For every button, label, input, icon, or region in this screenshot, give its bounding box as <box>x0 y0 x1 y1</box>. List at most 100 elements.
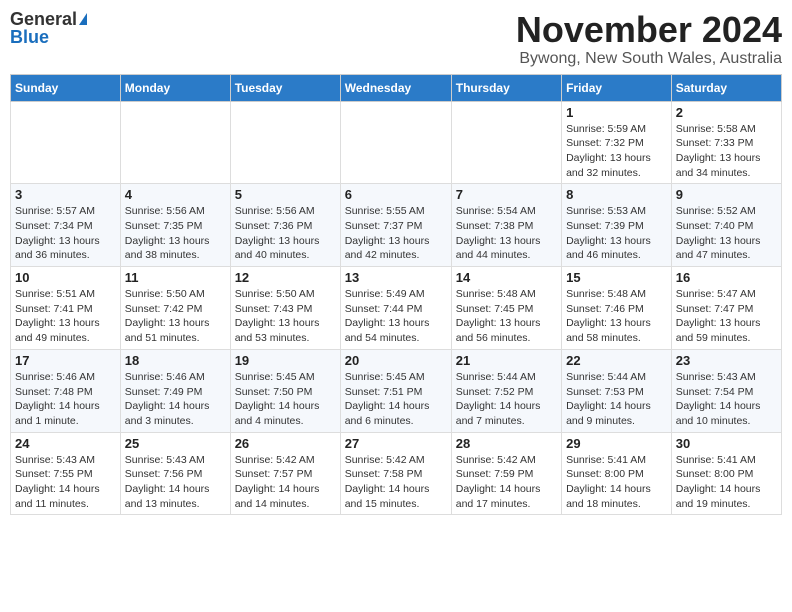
day-number: 12 <box>235 270 336 285</box>
day-number: 23 <box>676 353 777 368</box>
day-detail: Sunrise: 5:55 AM Sunset: 7:37 PM Dayligh… <box>345 204 447 263</box>
calendar-cell: 5 Sunrise: 5:56 AM Sunset: 7:36 PM Daylig… <box>230 184 340 267</box>
calendar-week-row: 1 Sunrise: 5:59 AM Sunset: 7:32 PM Daylig… <box>11 101 782 184</box>
day-detail: Sunrise: 5:50 AM Sunset: 7:42 PM Dayligh… <box>125 287 226 346</box>
calendar-cell: 29Sunrise: 5:41 AM Sunset: 8:00 PM Dayli… <box>562 432 672 515</box>
calendar-cell: 4Sunrise: 5:56 AM Sunset: 7:35 PM Daylig… <box>120 184 230 267</box>
day-number: 19 <box>235 353 336 368</box>
calendar-cell: 6 Sunrise: 5:55 AM Sunset: 7:37 PM Daylig… <box>340 184 451 267</box>
page-header: General Blue November 2024 Bywong, New S… <box>10 10 782 68</box>
day-number: 22 <box>566 353 667 368</box>
calendar-table: SundayMondayTuesdayWednesdayThursdayFrid… <box>10 74 782 516</box>
day-number: 14 <box>456 270 557 285</box>
calendar-cell: 28 Sunrise: 5:42 AM Sunset: 7:59 PM Dayli… <box>451 432 561 515</box>
calendar-cell <box>451 101 561 184</box>
calendar-cell: 23 Sunrise: 5:43 AM Sunset: 7:54 PM Dayli… <box>671 349 781 432</box>
day-detail: Sunrise: 5:43 AM Sunset: 7:56 PM Dayligh… <box>125 453 226 512</box>
calendar-week-row: 10 Sunrise: 5:51 AM Sunset: 7:41 PM Dayli… <box>11 267 782 350</box>
calendar-cell: 2 Sunrise: 5:58 AM Sunset: 7:33 PM Daylig… <box>671 101 781 184</box>
page-title: November 2024 <box>516 10 782 50</box>
weekday-header-tuesday: Tuesday <box>230 74 340 101</box>
day-detail: Sunrise: 5:45 AM Sunset: 7:51 PM Dayligh… <box>345 370 447 429</box>
calendar-cell: 26 Sunrise: 5:42 AM Sunset: 7:57 PM Dayli… <box>230 432 340 515</box>
day-detail: Sunrise: 5:46 AM Sunset: 7:48 PM Dayligh… <box>15 370 116 429</box>
weekday-header-thursday: Thursday <box>451 74 561 101</box>
weekday-header-saturday: Saturday <box>671 74 781 101</box>
day-number: 29 <box>566 436 667 451</box>
day-detail: Sunrise: 5:42 AM Sunset: 7:58 PM Dayligh… <box>345 453 447 512</box>
day-detail: Sunrise: 5:48 AM Sunset: 7:45 PM Dayligh… <box>456 287 557 346</box>
day-number: 18 <box>125 353 226 368</box>
day-detail: Sunrise: 5:54 AM Sunset: 7:38 PM Dayligh… <box>456 204 557 263</box>
day-number: 8 <box>566 187 667 202</box>
day-detail: Sunrise: 5:56 AM Sunset: 7:36 PM Dayligh… <box>235 204 336 263</box>
day-number: 1 <box>566 105 667 120</box>
day-detail: Sunrise: 5:43 AM Sunset: 7:54 PM Dayligh… <box>676 370 777 429</box>
day-number: 28 <box>456 436 557 451</box>
calendar-cell: 24 Sunrise: 5:43 AM Sunset: 7:55 PM Dayli… <box>11 432 121 515</box>
title-block: November 2024 Bywong, New South Wales, A… <box>516 10 782 68</box>
day-detail: Sunrise: 5:41 AM Sunset: 8:00 PM Dayligh… <box>676 453 777 512</box>
day-number: 6 <box>345 187 447 202</box>
calendar-cell: 22 Sunrise: 5:44 AM Sunset: 7:53 PM Dayli… <box>562 349 672 432</box>
day-detail: Sunrise: 5:42 AM Sunset: 7:59 PM Dayligh… <box>456 453 557 512</box>
calendar-cell: 7 Sunrise: 5:54 AM Sunset: 7:38 PM Daylig… <box>451 184 561 267</box>
day-detail: Sunrise: 5:51 AM Sunset: 7:41 PM Dayligh… <box>15 287 116 346</box>
day-detail: Sunrise: 5:57 AM Sunset: 7:34 PM Dayligh… <box>15 204 116 263</box>
day-number: 25 <box>125 436 226 451</box>
calendar-cell: 8 Sunrise: 5:53 AM Sunset: 7:39 PM Daylig… <box>562 184 672 267</box>
calendar-cell <box>230 101 340 184</box>
day-number: 27 <box>345 436 447 451</box>
day-detail: Sunrise: 5:44 AM Sunset: 7:52 PM Dayligh… <box>456 370 557 429</box>
weekday-header-row: SundayMondayTuesdayWednesdayThursdayFrid… <box>11 74 782 101</box>
day-detail: Sunrise: 5:43 AM Sunset: 7:55 PM Dayligh… <box>15 453 116 512</box>
calendar-cell: 3 Sunrise: 5:57 AM Sunset: 7:34 PM Daylig… <box>11 184 121 267</box>
day-detail: Sunrise: 5:59 AM Sunset: 7:32 PM Dayligh… <box>566 122 667 181</box>
calendar-cell: 16Sunrise: 5:47 AM Sunset: 7:47 PM Dayli… <box>671 267 781 350</box>
day-number: 2 <box>676 105 777 120</box>
day-number: 3 <box>15 187 116 202</box>
logo-blue-text: Blue <box>10 28 49 46</box>
calendar-cell: 11Sunrise: 5:50 AM Sunset: 7:42 PM Dayli… <box>120 267 230 350</box>
day-number: 5 <box>235 187 336 202</box>
calendar-cell: 14 Sunrise: 5:48 AM Sunset: 7:45 PM Dayli… <box>451 267 561 350</box>
calendar-header: SundayMondayTuesdayWednesdayThursdayFrid… <box>11 74 782 101</box>
day-number: 30 <box>676 436 777 451</box>
calendar-cell: 12 Sunrise: 5:50 AM Sunset: 7:43 PM Dayli… <box>230 267 340 350</box>
day-detail: Sunrise: 5:49 AM Sunset: 7:44 PM Dayligh… <box>345 287 447 346</box>
day-number: 9 <box>676 187 777 202</box>
day-number: 20 <box>345 353 447 368</box>
weekday-header-sunday: Sunday <box>11 74 121 101</box>
calendar-cell: 10 Sunrise: 5:51 AM Sunset: 7:41 PM Dayli… <box>11 267 121 350</box>
day-detail: Sunrise: 5:58 AM Sunset: 7:33 PM Dayligh… <box>676 122 777 181</box>
day-detail: Sunrise: 5:47 AM Sunset: 7:47 PM Dayligh… <box>676 287 777 346</box>
day-number: 10 <box>15 270 116 285</box>
day-detail: Sunrise: 5:50 AM Sunset: 7:43 PM Dayligh… <box>235 287 336 346</box>
calendar-week-row: 24 Sunrise: 5:43 AM Sunset: 7:55 PM Dayli… <box>11 432 782 515</box>
calendar-week-row: 17 Sunrise: 5:46 AM Sunset: 7:48 PM Dayli… <box>11 349 782 432</box>
day-detail: Sunrise: 5:52 AM Sunset: 7:40 PM Dayligh… <box>676 204 777 263</box>
logo-icon <box>79 13 87 25</box>
calendar-cell: 18Sunrise: 5:46 AM Sunset: 7:49 PM Dayli… <box>120 349 230 432</box>
calendar-cell: 19 Sunrise: 5:45 AM Sunset: 7:50 PM Dayli… <box>230 349 340 432</box>
day-number: 26 <box>235 436 336 451</box>
day-detail: Sunrise: 5:44 AM Sunset: 7:53 PM Dayligh… <box>566 370 667 429</box>
calendar-cell: 13Sunrise: 5:49 AM Sunset: 7:44 PM Dayli… <box>340 267 451 350</box>
calendar-cell: 1 Sunrise: 5:59 AM Sunset: 7:32 PM Daylig… <box>562 101 672 184</box>
day-detail: Sunrise: 5:56 AM Sunset: 7:35 PM Dayligh… <box>125 204 226 263</box>
calendar-cell: 27 Sunrise: 5:42 AM Sunset: 7:58 PM Dayli… <box>340 432 451 515</box>
calendar-cell: 17 Sunrise: 5:46 AM Sunset: 7:48 PM Dayli… <box>11 349 121 432</box>
day-number: 24 <box>15 436 116 451</box>
day-detail: Sunrise: 5:45 AM Sunset: 7:50 PM Dayligh… <box>235 370 336 429</box>
calendar-cell <box>340 101 451 184</box>
day-detail: Sunrise: 5:53 AM Sunset: 7:39 PM Dayligh… <box>566 204 667 263</box>
calendar-cell <box>11 101 121 184</box>
day-number: 7 <box>456 187 557 202</box>
day-number: 17 <box>15 353 116 368</box>
day-detail: Sunrise: 5:42 AM Sunset: 7:57 PM Dayligh… <box>235 453 336 512</box>
calendar-week-row: 3 Sunrise: 5:57 AM Sunset: 7:34 PM Daylig… <box>11 184 782 267</box>
day-number: 15 <box>566 270 667 285</box>
calendar-body: 1 Sunrise: 5:59 AM Sunset: 7:32 PM Daylig… <box>11 101 782 515</box>
weekday-header-friday: Friday <box>562 74 672 101</box>
calendar-cell: 20 Sunrise: 5:45 AM Sunset: 7:51 PM Dayli… <box>340 349 451 432</box>
